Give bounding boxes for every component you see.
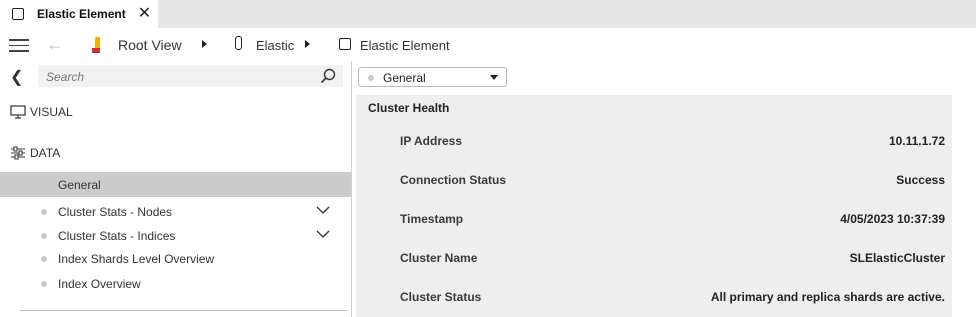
property-label: Connection Status	[400, 173, 507, 187]
root-view-icon	[92, 37, 100, 53]
status-dot-icon	[41, 233, 47, 239]
status-dot-icon	[41, 281, 47, 287]
section-label: VISUAL	[30, 105, 73, 119]
property-row: IP Address 10.11.1.72	[356, 134, 952, 154]
chevron-down-icon[interactable]	[316, 229, 330, 239]
sidebar-item-label: General	[58, 177, 101, 192]
sidebar-item-label: Cluster Stats - Indices	[58, 229, 176, 243]
property-value: SLElasticCluster	[849, 251, 945, 265]
breadcrumb-separator-icon	[202, 40, 207, 48]
close-icon[interactable]: ✕	[138, 6, 151, 22]
tab-strip: Elastic Element ✕	[0, 0, 976, 28]
element-icon	[339, 38, 351, 50]
elastic-icon	[235, 36, 242, 50]
status-dot-icon	[368, 75, 374, 81]
back-arrow-icon[interactable]: ←	[46, 34, 64, 55]
status-dot-icon	[41, 256, 47, 262]
property-value: 4/05/2023 10:37:39	[840, 212, 945, 226]
sidebar-item-index-shards-level-overview[interactable]: Index Shards Level Overview	[0, 247, 351, 271]
search-box	[38, 65, 343, 89]
main-panel: General Cluster Health IP Address 10.11.…	[352, 61, 976, 317]
property-row: Cluster Name SLElasticCluster	[356, 251, 952, 271]
breadcrumb-current[interactable]: Elastic Element	[360, 38, 450, 53]
page-selector-dropdown[interactable]: General	[358, 67, 507, 87]
property-row: Cluster Status All primary and replica s…	[356, 290, 952, 310]
property-value: Success	[896, 173, 945, 187]
sliders-icon	[11, 146, 25, 160]
property-value: All primary and replica shards are activ…	[710, 290, 945, 304]
property-label: Timestamp	[400, 212, 464, 226]
search-icon[interactable]	[320, 68, 336, 84]
breadcrumb-root[interactable]: Root View	[118, 37, 182, 53]
section-label: DATA	[30, 146, 61, 160]
dropdown-arrow-icon	[490, 75, 498, 80]
toolbar: ← Root View Elastic Elastic Element	[0, 28, 976, 61]
hamburger-menu-icon[interactable]	[9, 39, 29, 52]
divider	[20, 310, 347, 311]
sidebar-item-label: Index Overview	[58, 277, 141, 291]
sidebar-item-label: Cluster Stats - Nodes	[58, 205, 173, 219]
property-row: Timestamp 4/05/2023 10:37:39	[356, 212, 952, 232]
element-icon	[12, 8, 24, 20]
status-dot-icon	[41, 209, 47, 215]
monitor-icon	[10, 105, 26, 119]
chevron-down-icon[interactable]	[316, 205, 330, 215]
sidebar-item-label: Index Shards Level Overview	[58, 252, 215, 266]
cluster-health-card: Cluster Health IP Address 10.11.1.72 Con…	[356, 95, 952, 317]
chevron-left-icon[interactable]: ❮	[10, 67, 23, 87]
section-visual[interactable]: VISUAL	[0, 99, 351, 125]
property-value: 10.11.1.72	[888, 134, 945, 148]
dropdown-value: General	[383, 71, 426, 85]
search-input[interactable]	[38, 65, 318, 89]
property-label: Cluster Name	[400, 251, 478, 265]
breadcrumb-separator-icon	[305, 40, 310, 48]
tab-elastic-element[interactable]: Elastic Element ✕	[0, 0, 158, 28]
property-label: Cluster Status	[400, 290, 482, 304]
tab-title: Elastic Element	[37, 7, 126, 21]
card-title: Cluster Health	[368, 101, 450, 115]
breadcrumb-parent[interactable]: Elastic	[256, 38, 294, 53]
left-panel: ❮ VISUAL DATA General Cluster Stats	[0, 61, 351, 317]
sidebar-item-cluster-stats-indices[interactable]: Cluster Stats - Indices	[0, 224, 351, 248]
property-label: IP Address	[400, 134, 463, 148]
sidebar-item-cluster-stats-nodes[interactable]: Cluster Stats - Nodes	[0, 200, 351, 224]
property-row: Connection Status Success	[356, 173, 952, 193]
sidebar-item-general[interactable]: General	[0, 172, 351, 197]
section-data[interactable]: DATA	[0, 140, 351, 166]
sidebar-item-index-overview[interactable]: Index Overview	[0, 272, 351, 296]
